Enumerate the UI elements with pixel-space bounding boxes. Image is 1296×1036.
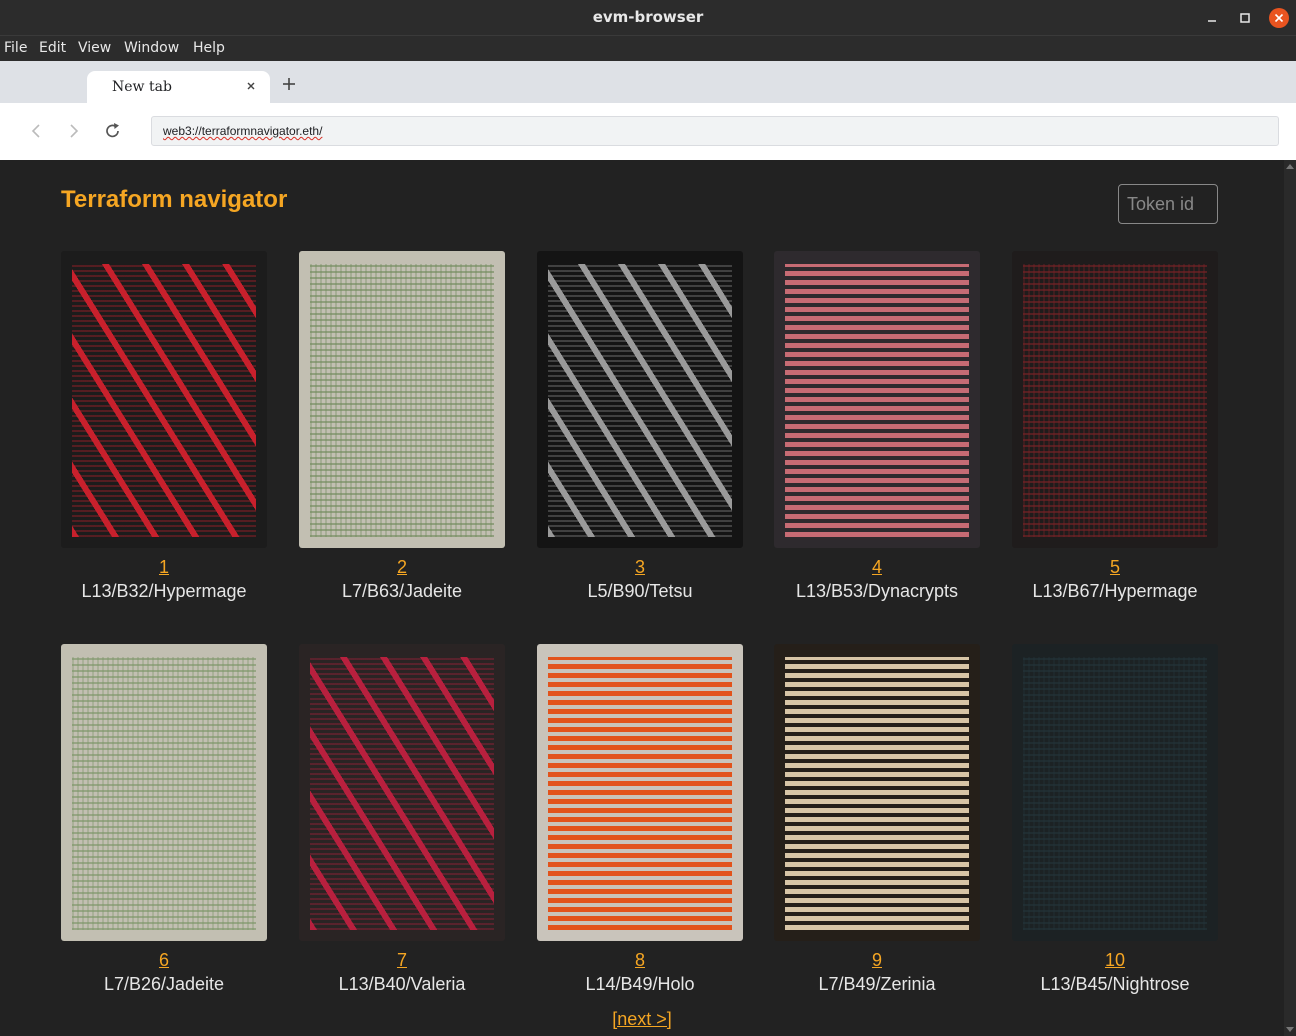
terraform-artwork[interactable] <box>61 251 267 548</box>
menu-help[interactable]: Help <box>193 40 225 56</box>
terraform-artwork[interactable] <box>774 644 980 941</box>
terraform-artwork[interactable] <box>61 644 267 941</box>
token-id-link[interactable]: 3 <box>537 557 743 578</box>
token-id-link[interactable]: 6 <box>61 950 267 971</box>
token-name: L5/B90/Tetsu <box>587 581 693 601</box>
terraform-artwork[interactable] <box>1012 644 1218 941</box>
page-title: Terraform navigator <box>61 186 288 213</box>
terraform-card[interactable]: 7 L13/B40/Valeria <box>299 644 505 995</box>
token-id-input[interactable] <box>1118 184 1218 224</box>
token-name: L13/B45/Nightrose <box>1040 974 1190 994</box>
terraform-pattern <box>72 264 256 537</box>
page-scrollbar[interactable] <box>1284 160 1296 1036</box>
scroll-down-icon[interactable] <box>1286 1027 1294 1032</box>
tab-strip: New tab <box>0 61 1296 103</box>
reload-icon[interactable] <box>103 121 123 141</box>
terraform-pattern <box>310 264 494 537</box>
back-arrow-icon[interactable] <box>26 121 46 141</box>
token-id-link[interactable]: 7 <box>299 950 505 971</box>
window-title: evm-browser <box>592 8 704 26</box>
terraform-pattern <box>548 264 732 537</box>
token-name: L13/B67/Hypermage <box>1032 581 1198 601</box>
token-id-link[interactable]: 8 <box>537 950 743 971</box>
terraform-card[interactable]: 5 L13/B67/Hypermage <box>1012 251 1218 602</box>
token-name: L13/B40/Valeria <box>338 974 466 994</box>
token-id-link[interactable]: 1 <box>61 557 267 578</box>
maximize-icon[interactable] <box>1235 8 1255 28</box>
terraform-card[interactable]: 6 L7/B26/Jadeite <box>61 644 267 995</box>
menu-window[interactable]: Window <box>124 40 179 56</box>
terraform-pattern <box>548 657 732 930</box>
close-tab-icon[interactable] <box>244 79 258 93</box>
terraform-pattern <box>72 657 256 930</box>
token-name: L13/B53/Dynacrypts <box>795 581 959 601</box>
window-titlebar: evm-browser <box>0 0 1296 35</box>
token-id-link[interactable]: 10 <box>1012 950 1218 971</box>
menu-file[interactable]: File <box>4 40 27 56</box>
terraform-card[interactable]: 1 L13/B32/Hypermage <box>61 251 267 602</box>
terraform-artwork[interactable] <box>774 251 980 548</box>
menu-view[interactable]: View <box>78 40 111 56</box>
token-id-link[interactable]: 4 <box>774 557 980 578</box>
terraform-pattern <box>1023 264 1207 537</box>
token-name: L7/B26/Jadeite <box>103 974 225 994</box>
token-id-link[interactable]: 2 <box>299 557 505 578</box>
close-window-icon[interactable] <box>1269 8 1289 28</box>
minimize-icon[interactable] <box>1202 8 1222 28</box>
terraform-artwork[interactable] <box>537 644 743 941</box>
terraform-pattern <box>310 657 494 930</box>
terraform-card[interactable]: 9 L7/B49/Zerinia <box>774 644 980 995</box>
terraform-pattern <box>785 657 969 930</box>
page-content: Terraform navigator 1 L13/B32/Hypermage 2 L… <box>0 160 1284 1036</box>
terraform-card[interactable]: 10 L13/B45/Nightrose <box>1012 644 1218 995</box>
token-name: L14/B49/Holo <box>585 974 695 994</box>
terraform-card[interactable]: 4 L13/B53/Dynacrypts <box>774 251 980 602</box>
token-id-link[interactable]: 9 <box>774 950 980 971</box>
token-name: L7/B63/Jadeite <box>341 581 463 601</box>
tab-label: New tab <box>112 79 172 95</box>
token-id-link[interactable]: 5 <box>1012 557 1218 578</box>
browser-toolbar: web3://terraformnavigator.eth/ <box>0 103 1296 160</box>
terraform-card[interactable]: 3 L5/B90/Tetsu <box>537 251 743 602</box>
terraform-card[interactable]: 8 L14/B49/Holo <box>537 644 743 995</box>
terraform-artwork[interactable] <box>537 251 743 548</box>
scroll-up-icon[interactable] <box>1286 164 1294 169</box>
terraform-pattern <box>785 264 969 537</box>
terraform-artwork[interactable] <box>299 251 505 548</box>
token-name: L7/B49/Zerinia <box>818 974 936 994</box>
address-url[interactable]: web3://terraformnavigator.eth/ <box>163 124 322 138</box>
new-tab-plus-icon[interactable] <box>280 75 298 93</box>
terraform-pattern <box>1023 657 1207 930</box>
token-name: L13/B32/Hypermage <box>81 581 247 601</box>
terraform-artwork[interactable] <box>299 644 505 941</box>
menu-edit[interactable]: Edit <box>39 40 66 56</box>
next-page-link[interactable]: [next >] <box>0 1009 1284 1030</box>
terraform-card[interactable]: 2 L7/B63/Jadeite <box>299 251 505 602</box>
address-bar[interactable]: web3://terraformnavigator.eth/ <box>151 116 1279 146</box>
terraform-artwork[interactable] <box>1012 251 1218 548</box>
menu-bar: File Edit View Window Help <box>0 35 1296 61</box>
tab-new-tab[interactable]: New tab <box>87 71 270 103</box>
forward-arrow-icon[interactable] <box>64 121 84 141</box>
